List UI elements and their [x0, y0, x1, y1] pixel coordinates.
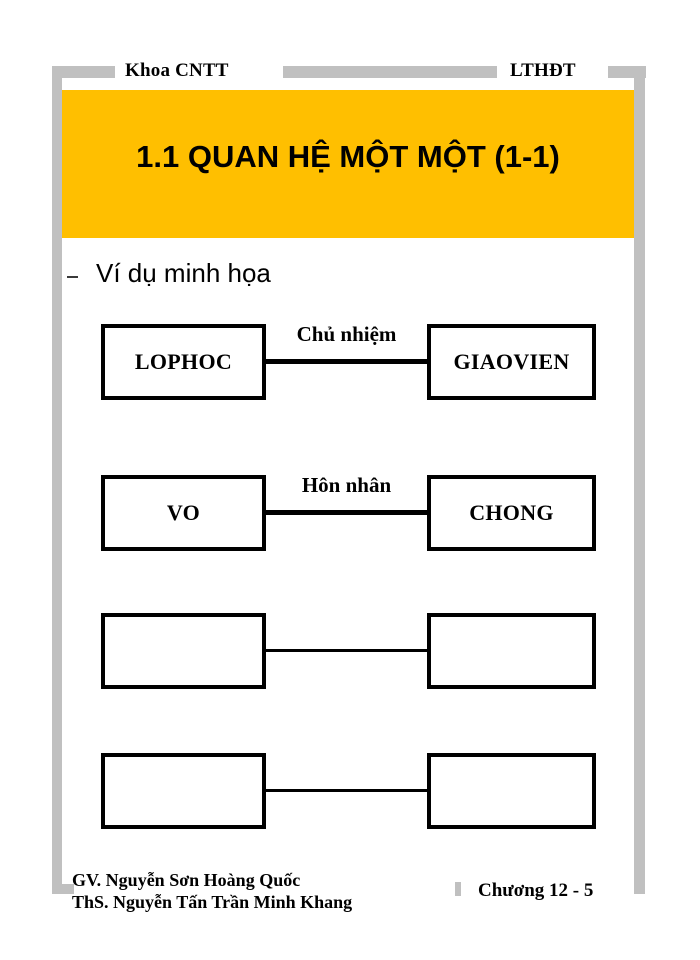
- footer-author-block: GV. Nguyễn Sơn Hoàng Quốc ThS. Nguyễn Tấ…: [72, 869, 352, 913]
- footer-page-label: Chương 12 - 5: [478, 880, 594, 901]
- slide-canvas: Khoa CNTT LTHĐT 1.1 QUAN HỆ MỘT MỘT (1-1…: [0, 0, 700, 960]
- footer-author-line-1: GV. Nguyễn Sơn Hoàng Quốc: [72, 870, 301, 890]
- footer-author-line-2: ThS. Nguyễn Tấn Trần Minh Khang: [72, 892, 353, 912]
- slide-footer: GV. Nguyễn Sơn Hoàng Quốc ThS. Nguyễn Tấ…: [0, 0, 700, 960]
- footer-tick-decoration: [455, 882, 461, 896]
